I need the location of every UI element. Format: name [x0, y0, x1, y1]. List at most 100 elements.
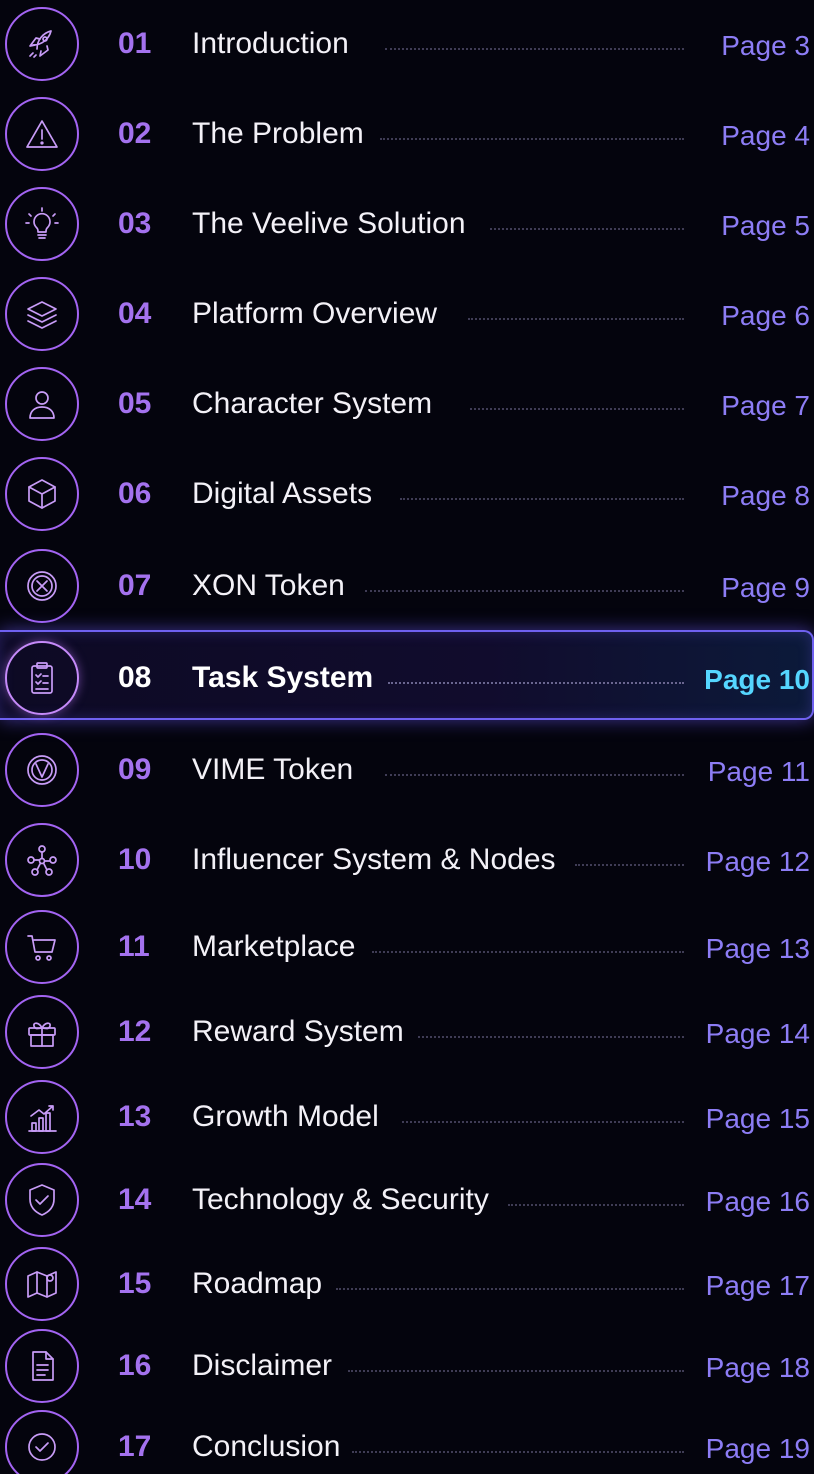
- toc-item-number: 15: [118, 1267, 152, 1300]
- toc-item-page[interactable]: Page 3: [721, 30, 810, 62]
- toc-item-title: Task System: [192, 661, 374, 694]
- toc-item-number: 04: [118, 297, 152, 330]
- toc-item[interactable]: 01 Introduction Page 3: [0, 4, 814, 84]
- toc-item-number: 01: [118, 27, 152, 60]
- toc-item[interactable]: 11 Marketplace Page 13: [0, 907, 814, 987]
- toc-item-title: Conclusion: [192, 1430, 341, 1463]
- dot-leader: [388, 682, 684, 684]
- toc-item-number: 03: [118, 207, 152, 240]
- dot-leader: [400, 498, 684, 500]
- toc-item-number: 14: [118, 1183, 152, 1216]
- dot-leader: [385, 774, 684, 776]
- toc-item-page[interactable]: Page 6: [721, 300, 810, 332]
- toc-item[interactable]: 10 Influencer System & Nodes Page 12: [0, 820, 814, 900]
- toc-item[interactable]: 03 The Veelive Solution Page 5: [0, 184, 814, 264]
- toc-item[interactable]: 13 Growth Model Page 15: [0, 1077, 814, 1157]
- dot-leader: [418, 1036, 684, 1038]
- toc-item-title: Marketplace: [192, 930, 356, 963]
- toc-item-title: Digital Assets: [192, 477, 373, 510]
- rocket-icon: [5, 7, 79, 81]
- dot-leader: [575, 864, 684, 866]
- dot-leader: [470, 408, 684, 410]
- toc-item-number: 07: [118, 569, 152, 602]
- toc-item-page[interactable]: Page 9: [721, 572, 810, 604]
- toc-item-page[interactable]: Page 16: [706, 1186, 810, 1218]
- toc-item-title: Roadmap: [192, 1267, 323, 1300]
- toc-item[interactable]: 08 Task System Page 10: [0, 630, 814, 720]
- toc-item-title: Introduction: [192, 27, 349, 60]
- toc-item-page[interactable]: Page 15: [706, 1103, 810, 1135]
- toc-item-title: The Veelive Solution: [192, 207, 466, 240]
- user-icon: [5, 367, 79, 441]
- toc-item-number: 11: [118, 930, 150, 963]
- toc-item-title: The Problem: [192, 117, 364, 150]
- warning-icon: [5, 97, 79, 171]
- dot-leader: [468, 318, 684, 320]
- toc-item-page[interactable]: Page 8: [721, 480, 810, 512]
- toc-item-page[interactable]: Page 5: [721, 210, 810, 242]
- toc-item[interactable]: 02 The Problem Page 4: [0, 94, 814, 174]
- toc-item-title: Platform Overview: [192, 297, 438, 330]
- toc-item-title: Influencer System & Nodes: [192, 843, 556, 876]
- toc-item-number: 17: [118, 1430, 152, 1463]
- xon-coin-icon: [5, 549, 79, 623]
- toc-item[interactable]: 04 Platform Overview Page 6: [0, 274, 814, 354]
- layers-icon: [5, 277, 79, 351]
- growth-chart-icon: [5, 1080, 79, 1154]
- gift-icon: [5, 995, 79, 1069]
- toc-item-page[interactable]: Page 17: [706, 1270, 810, 1302]
- toc-item-number: 12: [118, 1015, 152, 1048]
- dot-leader: [348, 1370, 684, 1372]
- toc-item[interactable]: 05 Character System Page 7: [0, 364, 814, 444]
- toc-item-page[interactable]: Page 19: [706, 1433, 810, 1465]
- toc-item[interactable]: 06 Digital Assets Page 8: [0, 454, 814, 534]
- toc-item-number: 09: [118, 753, 152, 786]
- lightbulb-icon: [5, 187, 79, 261]
- toc-item-page[interactable]: Page 12: [706, 846, 810, 878]
- toc-item-page[interactable]: Page 13: [706, 933, 810, 965]
- clipboard-icon: [5, 641, 79, 715]
- toc-item-title: Reward System: [192, 1015, 404, 1048]
- dot-leader: [380, 138, 684, 140]
- toc-item-title: VIME Token: [192, 753, 354, 786]
- toc-item[interactable]: 12 Reward System Page 14: [0, 992, 814, 1072]
- document-icon: [5, 1329, 79, 1403]
- toc-item-title: XON Token: [192, 569, 345, 602]
- dot-leader: [365, 590, 684, 592]
- check-circle-icon: [5, 1410, 79, 1474]
- toc-item[interactable]: 07 XON Token Page 9: [0, 546, 814, 626]
- toc-item-number: 10: [118, 843, 152, 876]
- toc-item[interactable]: 15 Roadmap Page 17: [0, 1244, 814, 1324]
- vime-coin-icon: [5, 733, 79, 807]
- toc-item-number: 06: [118, 477, 152, 510]
- toc-item-number: 05: [118, 387, 152, 420]
- toc-item[interactable]: 14 Technology & Security Page 16: [0, 1160, 814, 1240]
- toc-item-page[interactable]: Page 7: [721, 390, 810, 422]
- network-icon: [5, 823, 79, 897]
- dot-leader: [352, 1451, 684, 1453]
- toc-item-number: 08: [118, 661, 152, 694]
- dot-leader: [490, 228, 684, 230]
- toc-item-title: Disclaimer: [192, 1349, 333, 1382]
- map-icon: [5, 1247, 79, 1321]
- toc-item-page[interactable]: Page 4: [721, 120, 810, 152]
- toc-item-page[interactable]: Page 14: [706, 1018, 810, 1050]
- table-of-contents: 01 Introduction Page 3 02 The Problem Page 40…: [0, 0, 814, 1474]
- toc-item[interactable]: 17 Conclusion Page 19: [0, 1407, 814, 1474]
- dot-leader: [385, 48, 684, 50]
- cart-icon: [5, 910, 79, 984]
- toc-item-number: 13: [118, 1100, 152, 1133]
- toc-item-number: 02: [118, 117, 152, 150]
- dot-leader: [336, 1288, 684, 1290]
- toc-item-page[interactable]: Page 10: [704, 664, 810, 696]
- toc-item-page[interactable]: Page 11: [708, 756, 810, 788]
- toc-item-number: 16: [118, 1349, 152, 1382]
- dot-leader: [508, 1204, 684, 1206]
- toc-item[interactable]: 16 Disclaimer Page 18: [0, 1326, 814, 1406]
- toc-item-title: Growth Model: [192, 1100, 379, 1133]
- toc-item[interactable]: 09 VIME Token Page 11: [0, 730, 814, 810]
- shield-icon: [5, 1163, 79, 1237]
- dot-leader: [402, 1121, 684, 1123]
- toc-item-page[interactable]: Page 18: [706, 1352, 810, 1384]
- dot-leader: [372, 951, 684, 953]
